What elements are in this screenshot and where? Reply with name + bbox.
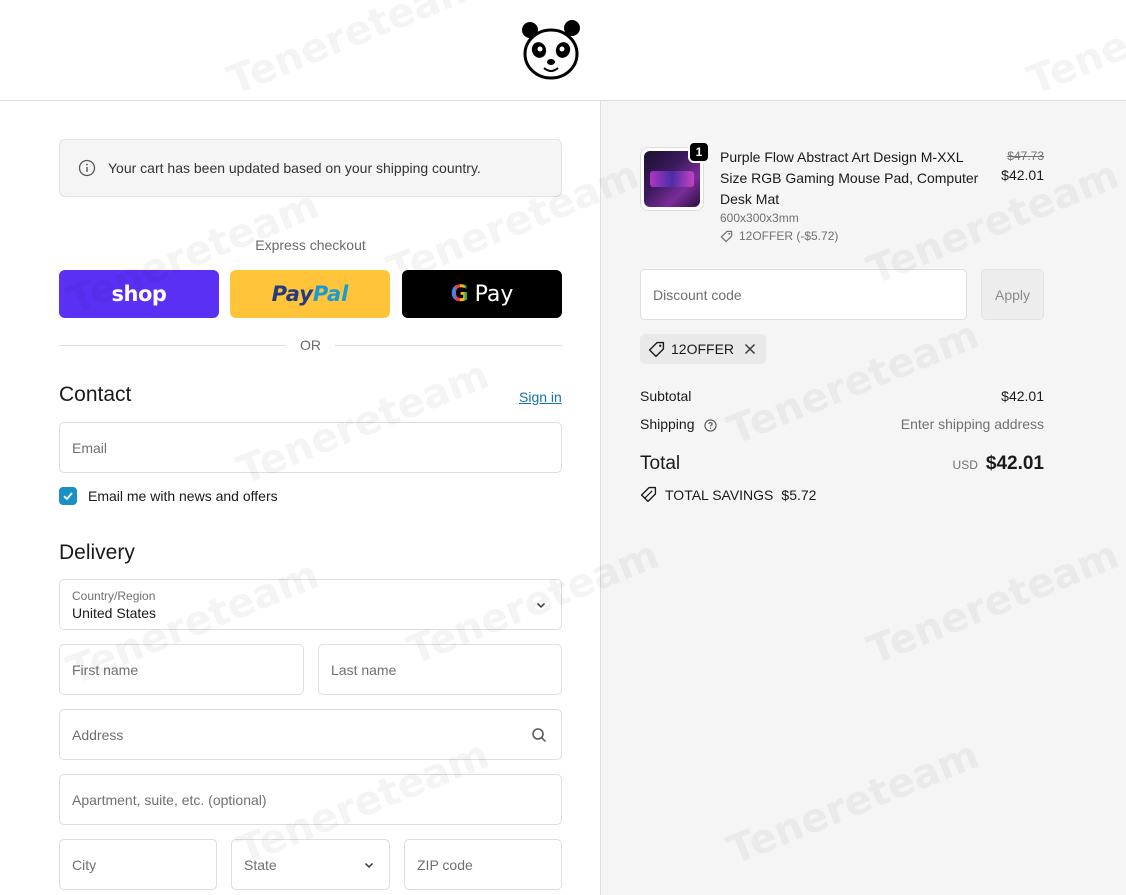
newsletter-checkbox[interactable]	[59, 487, 77, 505]
subtotal-label: Subtotal	[640, 388, 692, 404]
currency-code: USD	[952, 458, 978, 472]
email-placeholder: Email	[72, 439, 108, 456]
country-value: United States	[72, 604, 157, 621]
newsletter-option[interactable]: Email me with news and offers	[59, 487, 278, 505]
discount-placeholder: Discount code	[653, 286, 742, 303]
email-field[interactable]: Email	[59, 422, 562, 473]
discount-code-input[interactable]: Discount code	[640, 269, 967, 320]
notice-text: Your cart has been updated based on your…	[108, 160, 481, 176]
google-pay-button[interactable]: G Pay	[402, 270, 562, 318]
paypal-label-part1: Pay	[271, 282, 313, 306]
total-amount: USD $42.01	[953, 453, 1044, 475]
original-price: $47.73	[1007, 149, 1044, 163]
shipping-label: Shipping	[640, 416, 695, 432]
sign-in-link[interactable]: Sign in	[519, 389, 562, 405]
total-label: Total	[640, 453, 681, 474]
country-select[interactable]: Country/Region United States	[59, 579, 562, 630]
or-text: OR	[300, 337, 321, 353]
state-select[interactable]: State	[231, 839, 390, 890]
savings-label: TOTAL SAVINGS	[665, 486, 774, 503]
checkmark-icon	[63, 492, 73, 501]
paypal-label-part2: Pal	[312, 282, 349, 306]
product-image-glow	[650, 171, 694, 187]
chevron-down-icon	[364, 862, 374, 868]
product-name: Purple Flow Abstract Art Design M-XXL Si…	[720, 149, 979, 207]
google-pay-label: Pay	[474, 281, 514, 307]
zip-placeholder: ZIP code	[417, 856, 473, 873]
or-divider: OR	[59, 335, 562, 355]
shop-pay-button[interactable]: shop	[59, 270, 219, 318]
product-discount: 12OFFER (-$5.72)	[720, 229, 838, 243]
newsletter-label: Email me with news and offers	[88, 488, 278, 504]
help-icon[interactable]	[704, 419, 718, 432]
order-summary: 1 Purple Flow Abstract Art Design M-XXL …	[600, 101, 1126, 895]
divider-line-left	[59, 344, 286, 346]
first-name-field[interactable]: First name	[59, 644, 304, 695]
cart-update-notice: Your cart has been updated based on your…	[59, 139, 562, 197]
savings-tag-icon	[640, 486, 657, 503]
last-name-field[interactable]: Last name	[318, 644, 562, 695]
paypal-button[interactable]: Pay Pal	[230, 270, 390, 318]
applied-code-text: 12OFFER	[671, 341, 735, 357]
subtotal-row: Subtotal $42.01	[640, 388, 1044, 404]
savings-value: $5.72	[781, 486, 817, 503]
last-name-placeholder: Last name	[331, 661, 397, 678]
subtotal-value: $42.01	[1001, 388, 1044, 404]
shipping-value: Enter shipping address	[900, 416, 1044, 432]
google-g-icon: G	[450, 281, 469, 307]
close-icon[interactable]	[744, 343, 756, 355]
info-icon	[78, 159, 96, 177]
chevron-down-icon	[536, 602, 546, 608]
search-icon	[532, 727, 547, 742]
checkout-form: Your cart has been updated based on your…	[0, 101, 600, 895]
product-variant: 600x300x3mm	[720, 211, 799, 225]
country-label: Country/Region	[72, 588, 156, 603]
shipping-row: Shipping Enter shipping address	[640, 416, 1044, 432]
item-price: $42.01	[1001, 167, 1044, 183]
city-placeholder: City	[72, 856, 97, 873]
cart-line-item: 1 Purple Flow Abstract Art Design M-XXL …	[640, 141, 1044, 247]
apartment-placeholder: Apartment, suite, etc. (optional)	[72, 791, 267, 808]
divider-line-right	[335, 344, 562, 346]
product-discount-text: 12OFFER (-$5.72)	[739, 229, 839, 243]
address-field[interactable]: Address	[59, 709, 562, 760]
header	[0, 0, 1126, 101]
delivery-heading: Delivery	[59, 541, 135, 564]
express-checkout-label: Express checkout	[255, 237, 366, 253]
state-placeholder: State	[244, 856, 277, 873]
total-row: Total USD $42.01	[640, 453, 1044, 475]
zip-field[interactable]: ZIP code	[404, 839, 562, 890]
tag-icon	[648, 341, 665, 357]
apply-discount-button[interactable]: Apply	[981, 269, 1044, 320]
address-placeholder: Address	[72, 726, 124, 743]
shipping-label-wrap: Shipping	[640, 416, 718, 432]
panda-logo[interactable]	[518, 18, 584, 82]
total-savings: TOTAL SAVINGS $5.72	[640, 486, 816, 503]
city-field[interactable]: City	[59, 839, 217, 890]
quantity-badge: 1	[688, 141, 710, 163]
contact-heading: Contact	[59, 383, 132, 406]
shop-pay-label: shop	[111, 282, 167, 306]
apartment-field[interactable]: Apartment, suite, etc. (optional)	[59, 774, 562, 825]
applied-discount-chip: 12OFFER	[640, 334, 767, 364]
first-name-placeholder: First name	[72, 661, 139, 678]
tag-icon	[720, 230, 733, 242]
total-value: $42.01	[985, 453, 1044, 474]
